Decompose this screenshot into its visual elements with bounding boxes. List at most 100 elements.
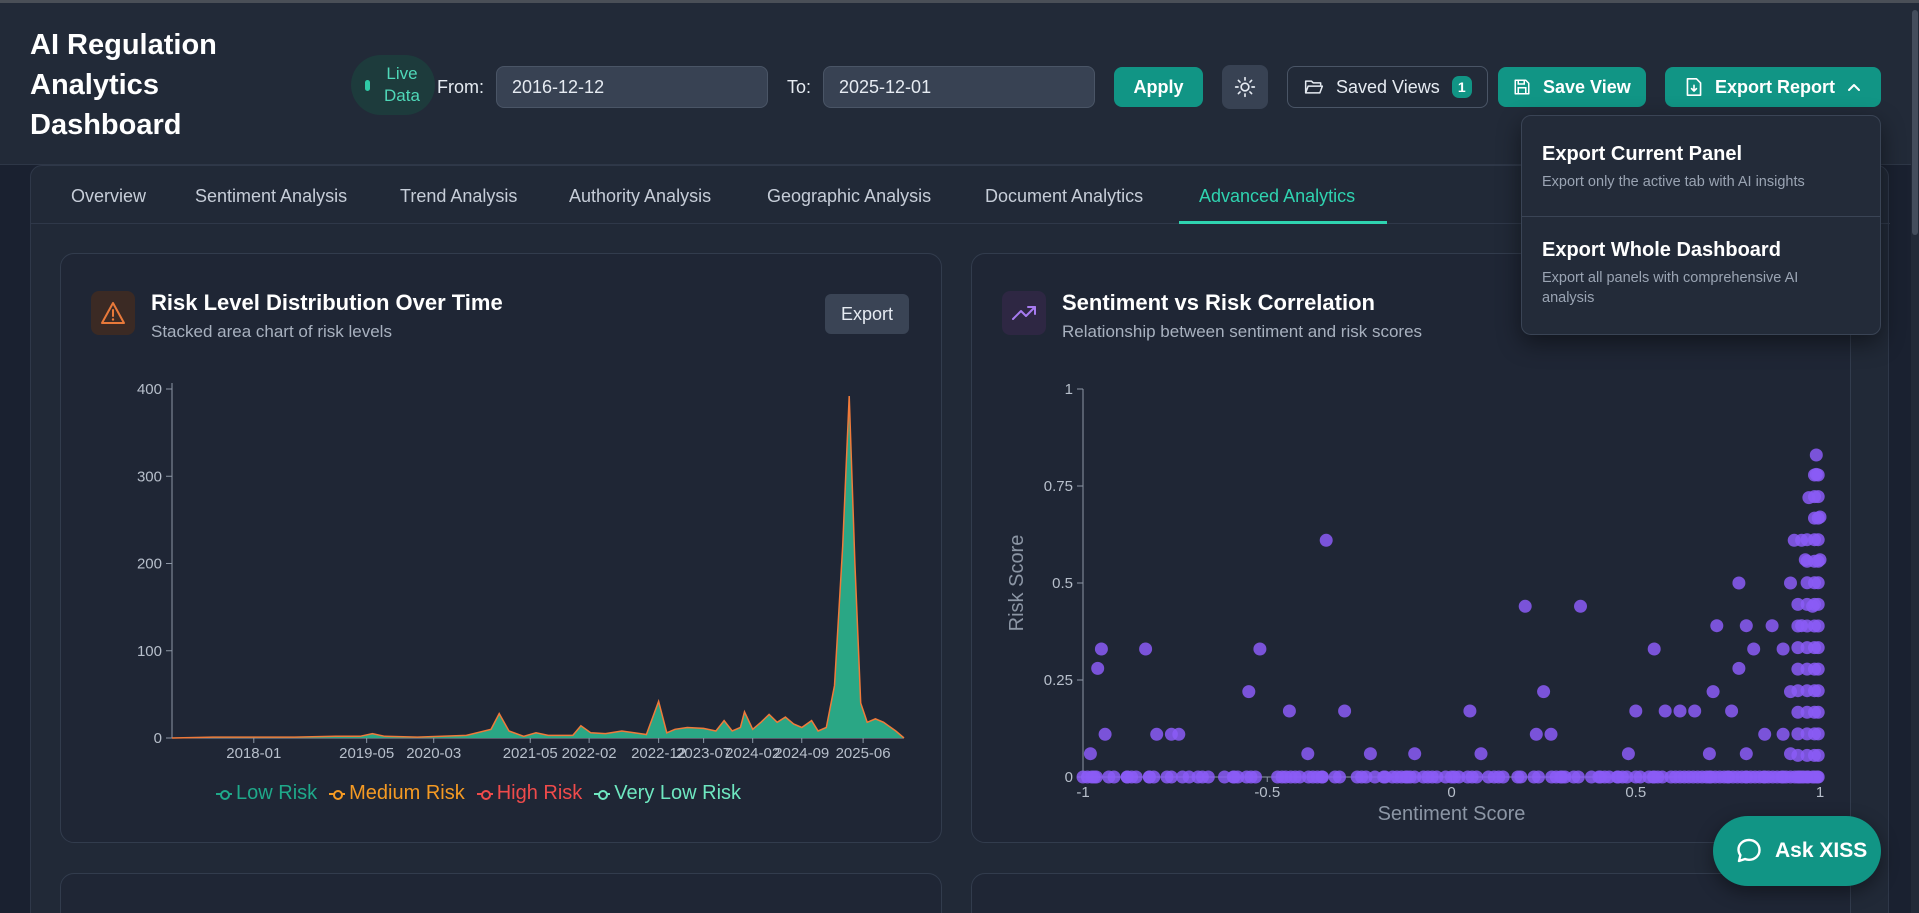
chat-bubble-icon bbox=[1735, 837, 1763, 865]
scatter-point bbox=[1784, 577, 1797, 590]
save-view-button[interactable]: Save View bbox=[1498, 67, 1646, 107]
legend-marker-icon bbox=[329, 789, 345, 799]
legend-item-medium-risk[interactable]: Medium Risk bbox=[329, 782, 465, 805]
scatter-point bbox=[1812, 641, 1825, 654]
option-description: Export only the active tab with AI insig… bbox=[1542, 172, 1852, 192]
y-tick-label: 0.75 bbox=[1044, 478, 1073, 495]
scatter-point bbox=[1812, 512, 1825, 525]
legend-item-low-risk[interactable]: Low Risk bbox=[216, 782, 317, 805]
live-dot-icon bbox=[365, 80, 370, 91]
tab-geographic-analysis[interactable]: Geographic Analysis bbox=[767, 186, 931, 207]
x-tick-label: 2024-09 bbox=[774, 745, 829, 762]
export-report-button[interactable]: Export Report bbox=[1665, 67, 1881, 107]
scatter-point bbox=[1812, 490, 1825, 503]
scatter-point bbox=[1777, 728, 1790, 741]
scatter-point bbox=[1812, 469, 1825, 482]
y-tick-label: 0 bbox=[1065, 769, 1073, 786]
folder-open-icon bbox=[1304, 78, 1324, 96]
scatter-point bbox=[1545, 728, 1558, 741]
scatter-point bbox=[1150, 728, 1163, 741]
export-whole-dashboard-option[interactable]: Export Whole Dashboard Export all panels… bbox=[1522, 239, 1880, 308]
scatter-point bbox=[1801, 533, 1814, 546]
scatter-point bbox=[1812, 706, 1825, 719]
scatter-point bbox=[1574, 600, 1587, 613]
scatter-point bbox=[1572, 771, 1585, 784]
x-tick-label: 2023-07 bbox=[676, 745, 731, 762]
x-tick-label: 0.5 bbox=[1625, 784, 1646, 801]
low-risk-area bbox=[172, 410, 904, 738]
scatter-point bbox=[1707, 685, 1720, 698]
scatter-point bbox=[1766, 619, 1779, 632]
y-tick-label: 0 bbox=[154, 730, 162, 747]
scatter-point bbox=[1791, 598, 1804, 611]
x-tick-label: 2020-03 bbox=[406, 745, 461, 762]
scatter-point bbox=[1740, 747, 1753, 760]
scatter-point bbox=[1249, 771, 1262, 784]
scatter-point bbox=[1408, 747, 1421, 760]
x-tick-label: 2018-01 bbox=[226, 745, 281, 762]
tab-sentiment-analysis[interactable]: Sentiment Analysis bbox=[195, 186, 347, 207]
scatter-point bbox=[1090, 771, 1103, 784]
scatter-point bbox=[1758, 728, 1771, 741]
scatter-point bbox=[1091, 662, 1104, 675]
scatter-point bbox=[1703, 747, 1716, 760]
scatter-point bbox=[1301, 747, 1314, 760]
theme-toggle-button[interactable] bbox=[1222, 65, 1268, 109]
lower-left-panel bbox=[60, 873, 942, 913]
ask-assistant-button[interactable]: Ask XISS bbox=[1713, 816, 1881, 886]
tab-document-analytics[interactable]: Document Analytics bbox=[985, 186, 1143, 207]
legend-label: High Risk bbox=[497, 782, 583, 805]
scatter-point bbox=[1333, 771, 1346, 784]
export-report-label: Export Report bbox=[1715, 77, 1835, 98]
scatter-point bbox=[1791, 641, 1804, 654]
option-title: Export Current Panel bbox=[1542, 143, 1880, 166]
to-date-input[interactable] bbox=[823, 66, 1095, 108]
scatter-point bbox=[1812, 576, 1825, 589]
tab-trend-analysis[interactable]: Trend Analysis bbox=[400, 186, 517, 207]
x-tick-label: -1 bbox=[1076, 784, 1089, 801]
scatter-point bbox=[1139, 643, 1152, 656]
scatter-point bbox=[1812, 598, 1825, 611]
scatter-point bbox=[1108, 771, 1121, 784]
scatter-point bbox=[1812, 663, 1825, 676]
legend-marker-icon bbox=[594, 789, 610, 799]
risk-distribution-panel: Risk Level Distribution Over Time Stacke… bbox=[60, 253, 942, 843]
tab-overview[interactable]: Overview bbox=[71, 186, 146, 207]
medium-risk-area bbox=[172, 401, 904, 738]
scatter-point bbox=[1812, 771, 1825, 784]
scatter-point bbox=[1165, 771, 1178, 784]
legend-item-very-low-risk[interactable]: Very Low Risk bbox=[594, 782, 741, 805]
sun-icon bbox=[1234, 76, 1256, 98]
scatter-point bbox=[1791, 771, 1804, 784]
scatter-point bbox=[1791, 684, 1804, 697]
tab-advanced-analytics[interactable]: Advanced Analytics bbox=[1199, 186, 1355, 207]
scatter-point bbox=[1084, 747, 1097, 760]
scatter-point bbox=[1788, 534, 1801, 547]
x-tick-label: -0.5 bbox=[1254, 784, 1280, 801]
saved-views-count-badge: 1 bbox=[1452, 76, 1472, 98]
export-current-panel-option[interactable]: Export Current Panel Export only the act… bbox=[1522, 143, 1880, 192]
y-tick-label: 1 bbox=[1065, 381, 1073, 398]
tab-authority-analysis[interactable]: Authority Analysis bbox=[569, 186, 711, 207]
y-tick-label: 400 bbox=[137, 381, 162, 398]
scatter-point bbox=[1147, 771, 1160, 784]
scatter-point bbox=[1812, 727, 1825, 740]
scatter-point bbox=[1514, 771, 1527, 784]
from-date-input[interactable] bbox=[496, 66, 768, 108]
y-axis-label: Risk Score bbox=[1006, 535, 1028, 632]
option-title: Export Whole Dashboard bbox=[1542, 239, 1880, 262]
scatter-point bbox=[1338, 705, 1351, 718]
x-tick-label: 2019-05 bbox=[339, 745, 394, 762]
scatter-point bbox=[1475, 747, 1488, 760]
saved-views-label: Saved Views bbox=[1336, 77, 1440, 98]
ask-label: Ask XISS bbox=[1775, 839, 1867, 863]
scrollbar-thumb[interactable] bbox=[1912, 10, 1918, 235]
apply-button[interactable]: Apply bbox=[1114, 67, 1203, 107]
sentiment-risk-scatter: 0 0.25 0.5 0.75 1 -1 -0.5 0 0.5 1 Sentiment Score R… bbox=[972, 254, 1850, 842]
legend-item-high-risk[interactable]: High Risk bbox=[477, 782, 583, 805]
menu-divider bbox=[1522, 216, 1880, 217]
scatter-point bbox=[1732, 577, 1745, 590]
saved-views-button[interactable]: Saved Views 1 bbox=[1287, 66, 1488, 108]
scatter-point bbox=[1648, 643, 1661, 656]
y-tick-label: 300 bbox=[137, 468, 162, 485]
